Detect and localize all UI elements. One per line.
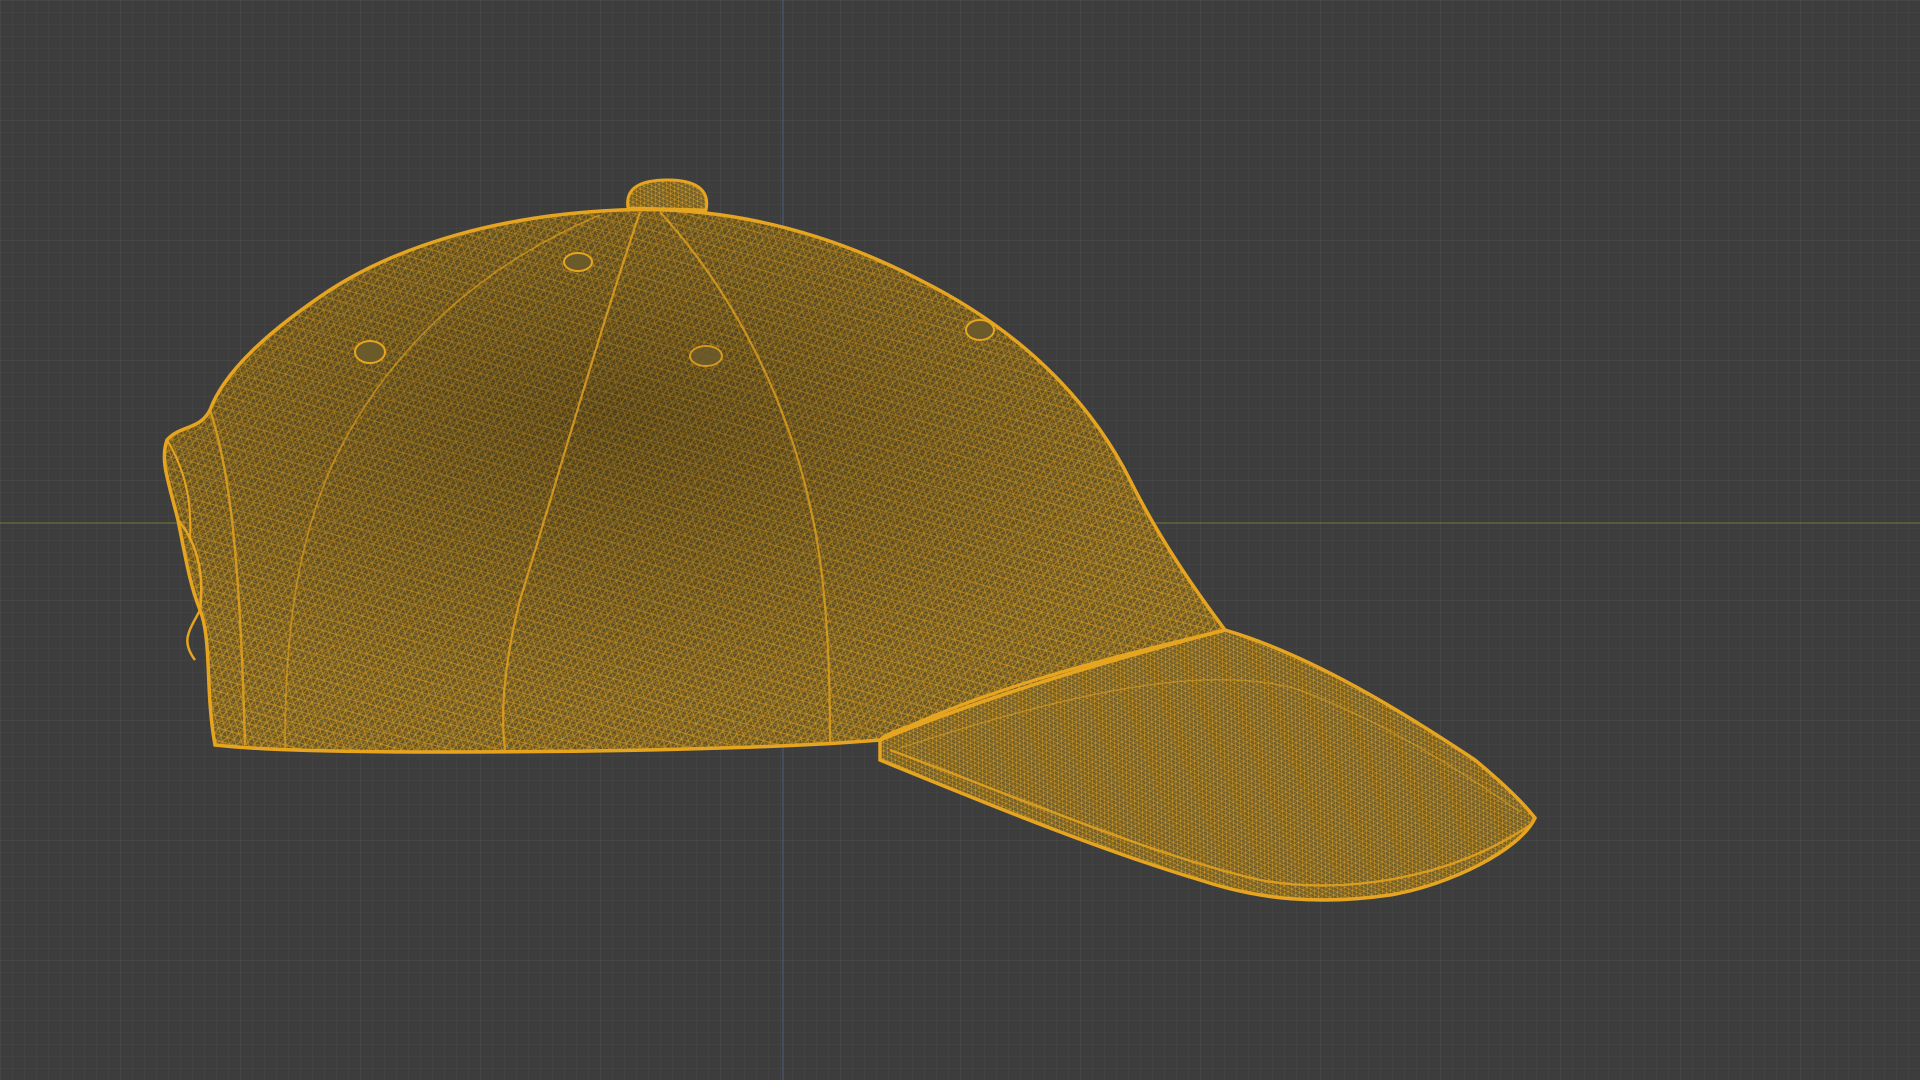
cap-top-button xyxy=(626,178,709,212)
3d-viewport[interactable] xyxy=(0,0,1920,1080)
viewport-canvas[interactable] xyxy=(0,0,1920,1080)
